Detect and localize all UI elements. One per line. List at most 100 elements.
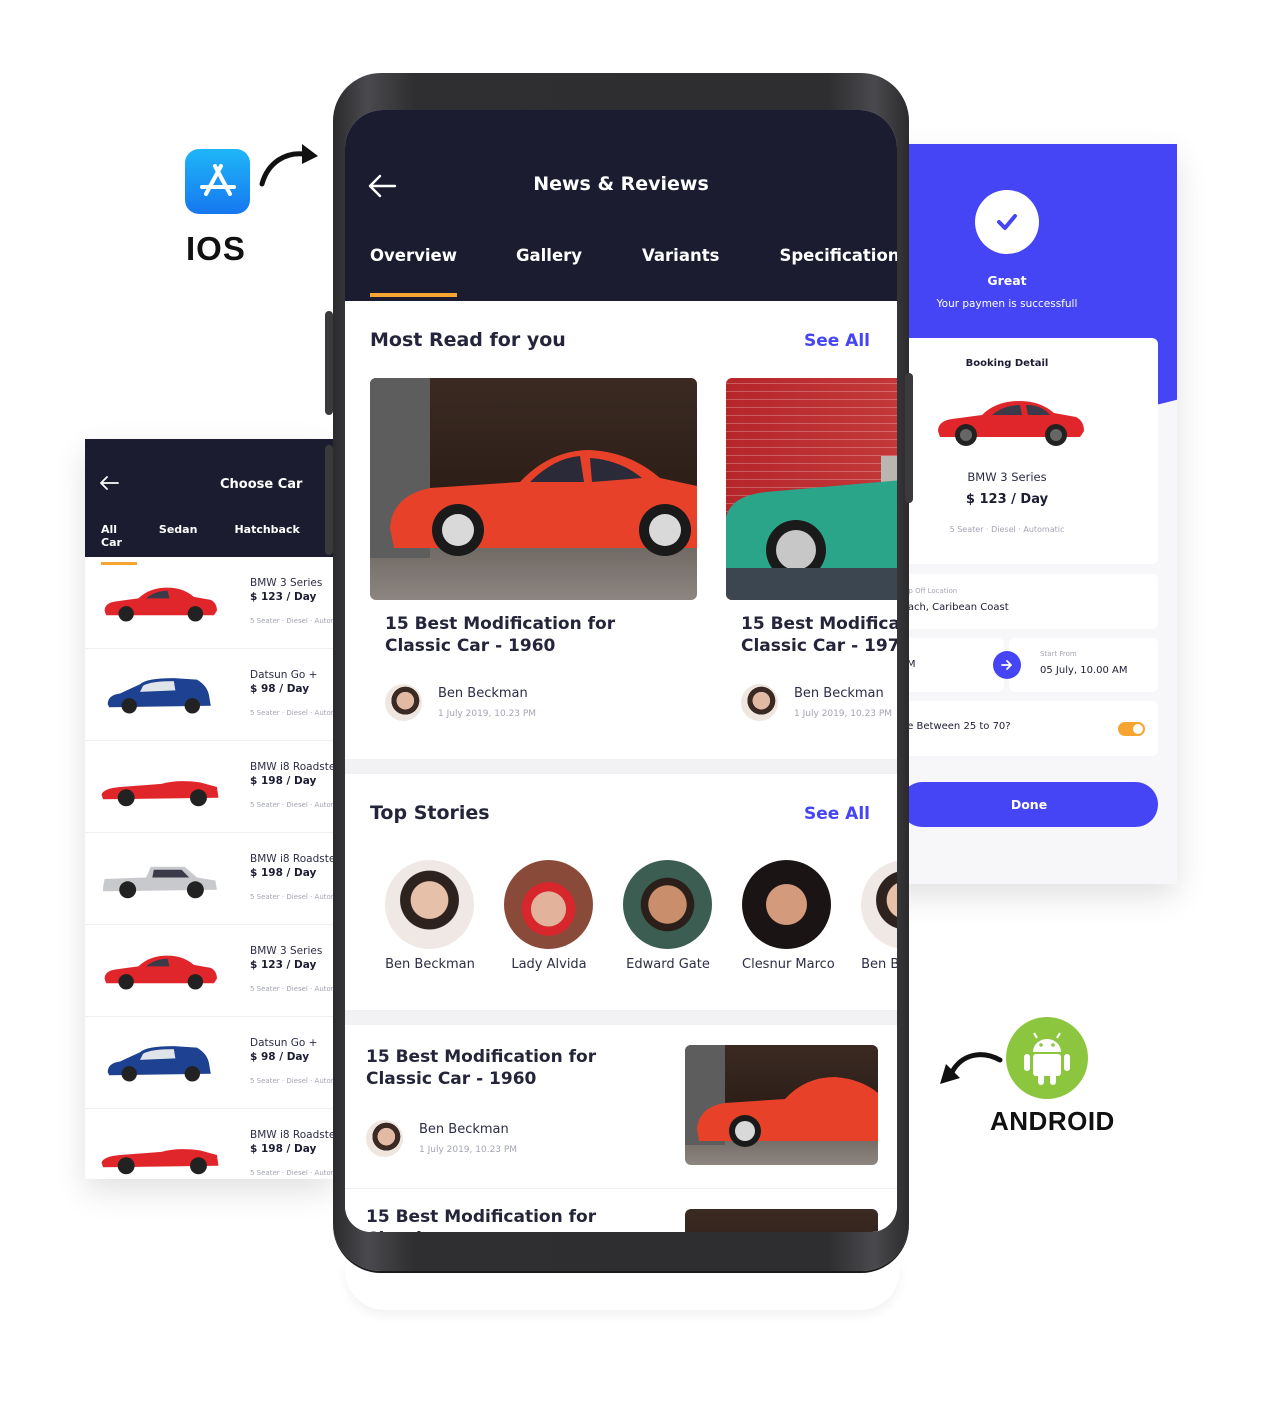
age-toggle[interactable] — [1118, 722, 1145, 736]
article-list-section: 15 Best Modification for Classic Car - 1… — [345, 1025, 897, 1232]
car-list-item[interactable]: BMW i8 Roadster $ 198 / Day 5 Seater · Die… — [85, 833, 333, 925]
most-read-header: Most Read for you See All — [370, 329, 870, 351]
page-title: News & Reviews — [345, 173, 897, 195]
car-specs: 5 Seater · Diesel · Automatic — [250, 985, 333, 993]
most-read-section: Most Read for you See All 15 Best Modifi… — [345, 301, 897, 759]
article-list-item[interactable]: 15 Best Modification for Classic Car - 1… — [345, 1025, 897, 1189]
story-item[interactable]: Ben Beckman — [861, 860, 897, 972]
top-stories-header: Top Stories See All — [370, 802, 870, 824]
start-from-value: 05 July, 10.00 AM — [1040, 665, 1128, 676]
car-list-item[interactable]: Datsun Go + $ 98 / Day 5 Seater · Diesel ·… — [85, 1017, 333, 1109]
tab-specifications[interactable]: Specifications — [779, 246, 897, 265]
tab-overview[interactable]: Overview — [370, 246, 457, 297]
car-list-item[interactable]: BMW i8 Roadster $ 198 / Day 5 Seater · Die… — [85, 1109, 333, 1179]
car-list: BMW 3 Series $ 123 / Day 5 Seater · Diesel… — [85, 557, 333, 1179]
article-title: 15 Best Modification for Classic Car - 1… — [385, 614, 616, 656]
article-card[interactable]: 15 Best Modification for Classic Car - 1… — [726, 378, 897, 721]
author-name: Ben Beckman — [794, 686, 884, 701]
story-item[interactable]: Edward Gate — [623, 860, 713, 972]
car-list-item[interactable]: Datsun Go + $ 98 / Day 5 Seater · Diesel ·… — [85, 649, 333, 741]
car-name: Datsun Go + — [250, 1037, 318, 1049]
story-name: Edward Gate — [626, 957, 710, 972]
car-thumbnail — [85, 1120, 235, 1180]
start-time-field[interactable]: Start From 05 July, 10.00 AM — [1009, 638, 1158, 692]
author-avatar — [366, 1120, 403, 1157]
story-item[interactable]: Clesnur Marco — [742, 860, 835, 972]
tab-sedan[interactable]: Sedan — [159, 523, 198, 549]
tab-hatchback[interactable]: Hatchback — [234, 523, 299, 549]
booked-car-price: $ 123 / Day — [965, 492, 1049, 507]
tab-all-car[interactable]: All Car — [101, 523, 137, 565]
payment-success-screen: Great Your paymen is successfull Booking… — [880, 144, 1177, 884]
checkmark-icon — [997, 214, 1017, 230]
car-info: Datsun Go + $ 98 / Day 5 Seater · Diesel ·… — [250, 669, 333, 717]
booked-car-specs: 5 Seater · Diesel · Automatic — [949, 525, 1065, 534]
android-icon — [1006, 1017, 1088, 1099]
author-avatar — [385, 684, 422, 721]
choose-car-screen: Choose Car All Car Sedan Hatchback BMW 3… — [85, 439, 333, 1179]
car-name: BMW i8 Roadster — [250, 1129, 333, 1141]
tab-gallery[interactable]: Gallery — [516, 246, 582, 265]
back-arrow-icon[interactable] — [99, 475, 119, 491]
tab-variants[interactable]: Variants — [642, 246, 719, 265]
curved-arrow-right-icon — [259, 144, 318, 187]
car-specs: 5 Seater · Diesel · Automatic — [250, 709, 333, 717]
drop-off-location-field[interactable]: Drop Off Location Marshall Teach, Caribe… — [880, 574, 1158, 629]
android-robot-icon — [1024, 1032, 1070, 1085]
story-item[interactable]: Ben Beckman — [385, 860, 475, 972]
story-name: Ben Beckman — [385, 957, 475, 972]
swap-time-button[interactable] — [993, 651, 1021, 679]
top-stories-title: Top Stories — [370, 802, 490, 824]
car-thumbnail — [85, 660, 235, 730]
coupe-car-icon — [104, 587, 217, 621]
car-image — [930, 386, 1090, 456]
done-button[interactable]: Done — [900, 782, 1158, 827]
story-item[interactable]: Lady Alvida — [504, 860, 594, 972]
story-name: Lady Alvida — [511, 957, 587, 972]
car-specs: 5 Seater · Diesel · Automatic — [250, 801, 333, 809]
booked-car-name: BMW 3 Series — [967, 470, 1047, 484]
car-price: $ 98 / Day — [250, 1051, 310, 1063]
car-thumbnail — [85, 1028, 235, 1098]
car-specs: 5 Seater · Diesel · Automatic — [250, 893, 333, 901]
car-specs: 5 Seater · Diesel · Automatic — [250, 1077, 333, 1085]
author-name: Ben Beckman — [438, 686, 528, 701]
end-time-field[interactable]: 05 July, 10.00 AM — [880, 638, 1004, 692]
car-name: BMW i8 Roadster — [250, 761, 333, 773]
article-list-item[interactable]: 15 Best Modification for Classic — [345, 1189, 897, 1232]
car-list-item[interactable]: BMW i8 Roadster $ 198 / Day 5 Seater · Die… — [85, 741, 333, 833]
car-info: BMW 3 Series $ 123 / Day 5 Seater · Diesel… — [250, 577, 333, 625]
coupe-car-icon — [104, 955, 217, 989]
article-author: Ben Beckman 1 July 2019, 10.23 PM — [385, 684, 697, 721]
curved-arrow-left-icon — [940, 1052, 1003, 1084]
top-nav: News & Reviews Overview Gallery Variants… — [345, 110, 897, 301]
story-avatar — [742, 860, 831, 949]
article-image-red-classic-car — [370, 378, 697, 600]
story-name: Ben Beckman — [861, 957, 897, 972]
done-label: Done — [1010, 797, 1048, 812]
app-store-icon — [185, 149, 250, 214]
ios-label: IOS — [186, 230, 246, 267]
roadster-car-icon — [101, 780, 219, 806]
volume-button — [325, 311, 333, 415]
app-store-glyph-icon — [199, 163, 236, 196]
age-question: Age Between 25 to 70? — [894, 721, 1011, 732]
article-card[interactable]: 15 Best Modification for Classic Car - 1… — [370, 378, 697, 721]
main-tabs: Overview Gallery Variants Specifications — [370, 246, 897, 297]
most-read-see-all-link[interactable]: See All — [804, 331, 870, 351]
car-list-item[interactable]: BMW 3 Series $ 123 / Day 5 Seater · Diesel… — [85, 557, 333, 649]
article-date: 1 July 2019, 10.23 PM — [419, 1145, 518, 1155]
top-stories-see-all-link[interactable]: See All — [804, 804, 870, 824]
most-read-title: Most Read for you — [370, 329, 566, 351]
car-list-item[interactable]: BMW 3 Series $ 123 / Day 5 Seater · Diesel… — [85, 925, 333, 1017]
article-thumbnail — [685, 1209, 878, 1232]
success-message: Your paymen is successfull — [936, 298, 1078, 310]
car-specs: 5 Seater · Diesel · Automatic — [250, 1169, 333, 1177]
car-price: $ 98 / Day — [250, 683, 310, 695]
story-avatar — [861, 860, 897, 949]
car-thumbnail — [85, 752, 235, 822]
article-image-green-classic-car — [726, 378, 897, 600]
article-author: Ben Beckman 1 July 2019, 10.23 PM — [366, 1120, 517, 1157]
car-name: BMW 3 Series — [250, 577, 323, 589]
green-classic-car-icon — [726, 456, 897, 600]
